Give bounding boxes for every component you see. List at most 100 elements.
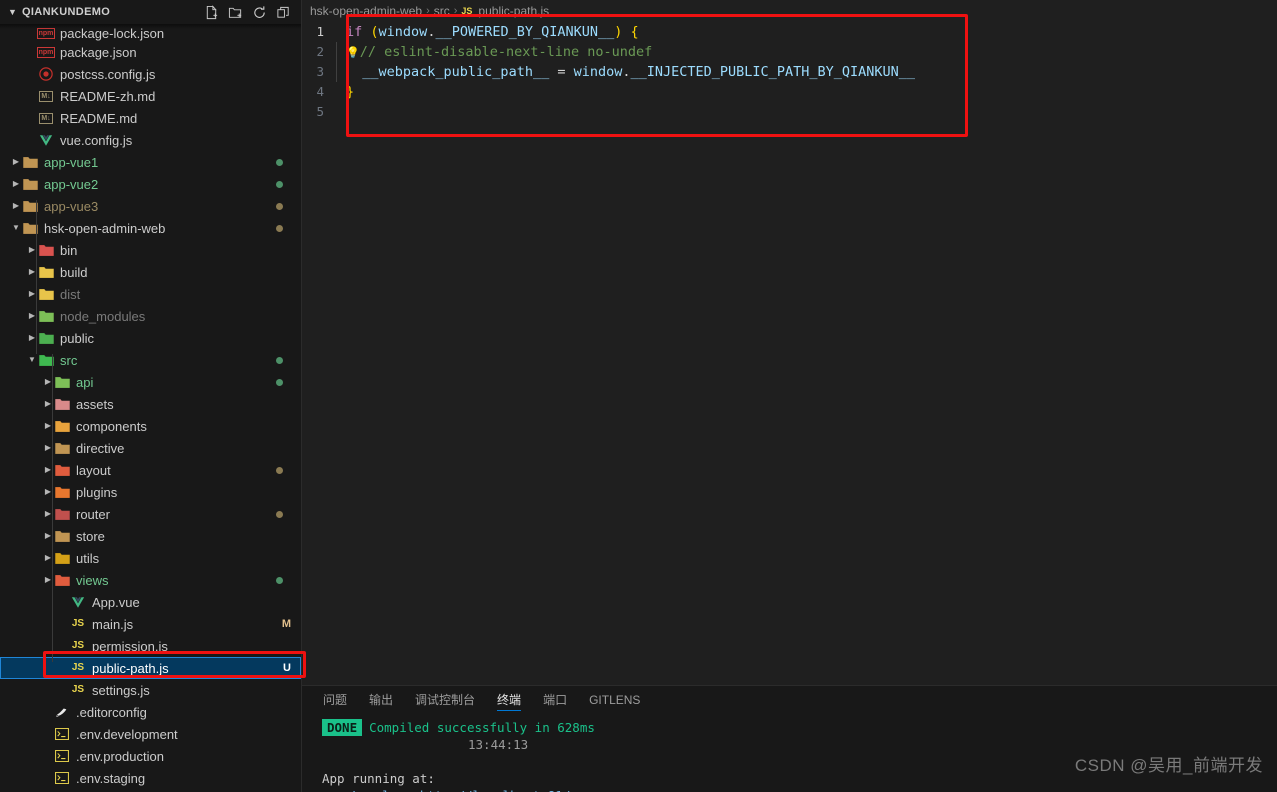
chevron-down-icon[interactable]: ▼ xyxy=(10,224,22,232)
indent-guide xyxy=(52,354,53,662)
panel-tab[interactable]: 端口 xyxy=(532,694,578,711)
explorer-title: QIANKUNDEMO xyxy=(22,6,111,18)
vscode-window: ▼ QIANKUNDEMO npm package-lock.json npm pac xyxy=(0,0,1277,792)
breadcrumb-item-project[interactable]: hsk-open-admin-web xyxy=(310,4,422,18)
local-url[interactable]: - Local: http://localhost:81/ xyxy=(322,788,570,792)
folder-icon xyxy=(54,396,70,412)
chevron-right-icon[interactable]: ▶ xyxy=(10,158,22,166)
tree-folder-row[interactable]: ▶ bin xyxy=(0,239,301,261)
tree-item-label: .env.production xyxy=(76,748,164,764)
tree-file-row[interactable]: M↓ README.md xyxy=(0,107,301,129)
indent-guide xyxy=(36,200,37,222)
tree-folder-row[interactable]: ▶ directive xyxy=(0,437,301,459)
tree-file-row[interactable]: npm package-lock.json xyxy=(0,24,301,41)
watermark: CSDN @吴用_前端开发 xyxy=(1074,756,1263,775)
tree-item-label: package-lock.json xyxy=(60,26,165,41)
panel-tab[interactable]: 输出 xyxy=(358,694,404,711)
tree-file-row[interactable]: .env.staging xyxy=(0,767,301,789)
new-file-icon[interactable] xyxy=(204,4,219,20)
tree-item-label: README-zh.md xyxy=(60,88,156,104)
tree-folder-row[interactable]: ▼ hsk-open-admin-web xyxy=(0,217,301,239)
code-text[interactable]: __webpack_public_path__ = window.__INJEC… xyxy=(334,62,915,82)
terminal-icon xyxy=(54,726,70,742)
tree-item-label: layout xyxy=(76,462,111,478)
code-content[interactable]: 1 if (window.__POWERED_BY_QIANKUN__) { 2… xyxy=(302,22,1277,685)
tree-folder-row[interactable]: ▶ app-vue1 xyxy=(0,151,301,173)
code-line-3: 3 __webpack_public_path__ = window.__INJ… xyxy=(302,62,1277,82)
git-status-dot xyxy=(276,356,283,364)
line-number: 4 xyxy=(316,84,324,99)
chevron-down-icon[interactable]: ▼ xyxy=(26,356,38,364)
tree-folder-row[interactable]: ▶ dist xyxy=(0,283,301,305)
tree-item-label: README.md xyxy=(60,110,138,126)
tree-file-row[interactable]: .editorconfig xyxy=(0,701,301,723)
code-text[interactable]: } xyxy=(334,82,354,102)
code-text[interactable]: 💡// eslint-disable-next-line no-undef xyxy=(334,41,652,63)
tree-item-label: directive xyxy=(76,440,125,456)
tree-item-label: plugins xyxy=(76,484,118,500)
code-text[interactable]: if (window.__POWERED_BY_QIANKUN__) { xyxy=(334,22,639,42)
refresh-icon[interactable] xyxy=(252,5,267,20)
tree-folder-row[interactable]: ▶ assets xyxy=(0,393,301,415)
tree-file-row[interactable]: postcss.config.js xyxy=(0,63,301,85)
tree-file-row[interactable]: JS public-path.js U xyxy=(0,657,301,679)
npm-icon: npm xyxy=(36,27,56,39)
tree-folder-row[interactable]: ▶ components xyxy=(0,415,301,437)
tree-file-row[interactable]: JS settings.js xyxy=(0,679,301,701)
tree-item-label: App.vue xyxy=(92,594,140,610)
markdown-icon: M↓ xyxy=(39,112,53,124)
panel-tab[interactable]: 问题 xyxy=(312,694,358,711)
breadcrumb[interactable]: hsk-open-admin-web › src › JS public-pat… xyxy=(302,0,1277,22)
tree-file-row[interactable]: JS main.js M xyxy=(0,613,301,635)
tree-file-row[interactable]: vue.config.js xyxy=(0,129,301,151)
chevron-down-icon[interactable]: ▼ xyxy=(8,7,18,17)
explorer-header[interactable]: ▼ QIANKUNDEMO xyxy=(0,0,301,24)
app-running-label: App running at: xyxy=(322,771,435,786)
keyword-if: if xyxy=(346,24,363,40)
new-folder-icon[interactable] xyxy=(228,5,243,20)
chevron-right-icon[interactable]: ▶ xyxy=(10,202,22,210)
folder-icon xyxy=(22,154,38,170)
line-number: 1 xyxy=(316,24,324,39)
tree-file-row[interactable]: M↓ README-zh.md xyxy=(0,85,301,107)
tree-file-row[interactable]: App.vue xyxy=(0,591,301,613)
tree-folder-row[interactable]: ▶ store xyxy=(0,525,301,547)
collapse-all-icon[interactable] xyxy=(276,5,291,20)
breadcrumb-item-folder[interactable]: src xyxy=(434,4,450,18)
tree-folder-row[interactable]: ▶ app-vue2 xyxy=(0,173,301,195)
lightbulb-icon[interactable]: 💡 xyxy=(346,46,360,59)
tree-folder-row[interactable]: ▶ plugins xyxy=(0,481,301,503)
tree-file-row[interactable]: .env.development xyxy=(0,723,301,745)
panel-tab[interactable]: 终端 xyxy=(486,694,532,711)
tree-folder-row[interactable]: ▶ utils xyxy=(0,547,301,569)
tree-folder-row[interactable]: ▶ api xyxy=(0,371,301,393)
tree-item-label: package.json xyxy=(60,44,137,60)
tree-folder-row[interactable]: ▶ public xyxy=(0,327,301,349)
tree-file-row[interactable]: .env.production xyxy=(0,745,301,767)
panel-tab[interactable]: 调试控制台 xyxy=(404,694,486,711)
folder-icon xyxy=(22,176,38,192)
tree-folder-row[interactable]: ▶ build xyxy=(0,261,301,283)
tree-folder-row[interactable]: ▶ layout xyxy=(0,459,301,481)
tree-folder-row[interactable]: ▶ node_modules xyxy=(0,305,301,327)
chevron-right-icon[interactable]: ▶ xyxy=(10,180,22,188)
panel-tabs[interactable]: 问题 输出 调试控制台 终端 端口 GITLENS xyxy=(302,686,1277,711)
tree-file-row[interactable]: npm package.json xyxy=(0,41,301,63)
tree-folder-row[interactable]: ▶ views xyxy=(0,569,301,591)
tree-file-row[interactable]: JS permission.js xyxy=(0,635,301,657)
breadcrumb-item-file[interactable]: public-path.js xyxy=(478,4,549,18)
tree-folder-row[interactable]: ▶ router xyxy=(0,503,301,525)
terminal-icon xyxy=(54,770,70,786)
vue-icon xyxy=(70,594,86,610)
tree-folder-row[interactable]: ▼ src xyxy=(0,349,301,371)
editor-area: hsk-open-admin-web › src › JS public-pat… xyxy=(302,0,1277,685)
indent-guide xyxy=(336,62,337,82)
tree-folder-row[interactable]: ▶ app-vue3 xyxy=(0,195,301,217)
panel-tab[interactable]: GITLENS xyxy=(578,694,651,711)
js-icon: JS xyxy=(71,618,85,629)
file-tree[interactable]: npm package-lock.json npm package.json postc… xyxy=(0,24,301,792)
git-status-dot xyxy=(276,378,283,386)
tree-item-label: .env.development xyxy=(76,726,178,742)
tree-item-label: node_modules xyxy=(60,308,146,324)
terminal-line-local[interactable]: - Local: http://localhost:81/ xyxy=(322,787,1277,792)
